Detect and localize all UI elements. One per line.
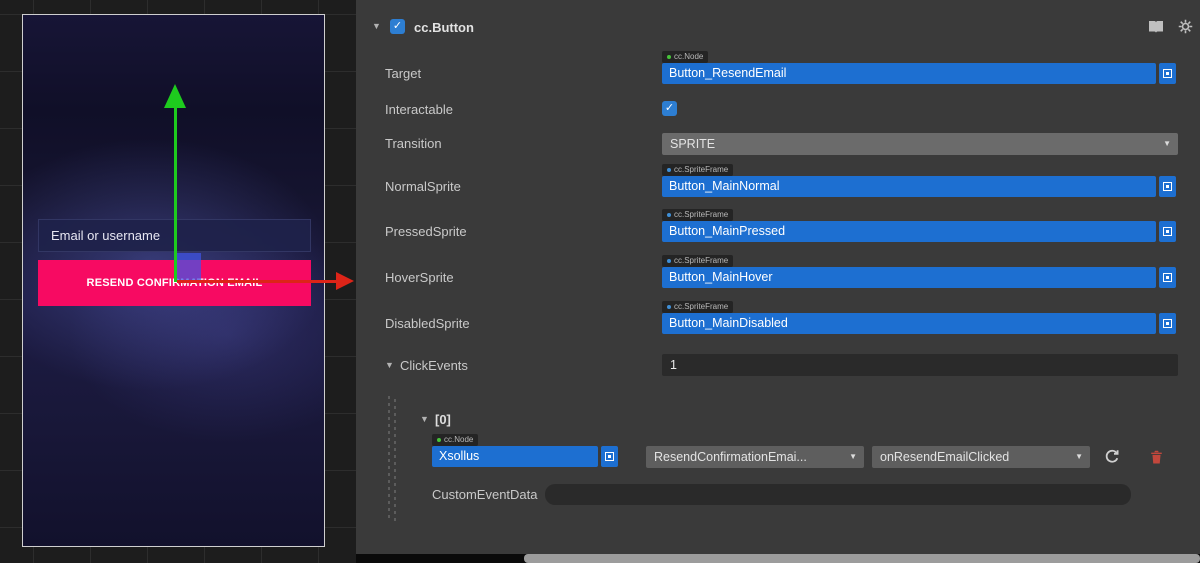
hoversprite-field[interactable]: Button_MainHover [662,267,1156,288]
gizmo-x-arrow-icon[interactable] [336,272,354,290]
type-badge-spriteframe: cc.SpriteFrame [662,164,733,176]
delete-event-icon[interactable] [1150,450,1163,469]
event-block-drag-handle[interactable] [388,396,396,522]
interactable-checkbox[interactable]: ✓ [662,101,677,116]
type-badge-spriteframe: cc.SpriteFrame [662,255,733,267]
type-badge-spriteframe: cc.SpriteFrame [662,209,733,221]
type-badge-node: cc.Node [662,51,708,63]
customeventdata-label: CustomEventData [432,487,538,502]
clickevents-count-field[interactable]: 1 [662,354,1178,376]
hoversprite-picker-icon[interactable] [1159,267,1176,288]
type-badge-node: cc.Node [432,434,478,446]
event0-index-label: [0] [435,412,451,427]
spriteframe-type-dot [667,213,671,217]
node-type-dot [437,438,441,442]
type-badge-spriteframe: cc.SpriteFrame [662,301,733,313]
component-fold-icon[interactable]: ▼ [372,21,381,31]
chevron-down-icon: ▼ [849,446,857,468]
pressedsprite-label: PressedSprite [385,224,467,239]
gizmo-plane-handle[interactable] [177,253,201,280]
horizontal-scrollbar-thumb[interactable] [524,554,1200,563]
event0-node-field[interactable]: Xsollus [432,446,598,467]
pressedsprite-picker-icon[interactable] [1159,221,1176,242]
disabledsprite-field[interactable]: Button_MainDisabled [662,313,1156,334]
transition-dropdown[interactable]: SPRITE ▼ [662,133,1178,155]
node-type-dot [667,55,671,59]
component-enabled-checkbox[interactable]: ✓ [390,19,405,34]
scene-viewport[interactable]: Email or username RESEND CONFIRMATION EM… [0,0,356,563]
event0-component-dropdown[interactable]: ResendConfirmationEmai... ▼ [646,446,864,468]
event0-handler-dropdown[interactable]: onResendEmailClicked ▼ [872,446,1090,468]
customeventdata-field[interactable] [545,484,1131,505]
interactable-label: Interactable [385,102,453,117]
gear-icon[interactable] [1178,19,1193,39]
docs-icon[interactable] [1148,20,1164,39]
chevron-down-icon: ▼ [1163,133,1171,155]
clickevents-label: ClickEvents [400,358,468,373]
inspector-panel: ▼ ✓ cc.Button Target cc.Node Button_Rese… [356,0,1200,563]
refresh-icon[interactable] [1104,449,1120,470]
editor-window: Email or username RESEND CONFIRMATION EM… [0,0,1200,563]
target-node-field[interactable]: Button_ResendEmail [662,63,1156,84]
gizmo-y-arrow-icon[interactable] [164,84,186,108]
target-label: Target [385,66,421,81]
disabledsprite-picker-icon[interactable] [1159,313,1176,334]
normalsprite-field[interactable]: Button_MainNormal [662,176,1156,197]
chevron-down-icon: ▼ [1075,446,1083,468]
spriteframe-type-dot [667,168,671,172]
pressedsprite-field[interactable]: Button_MainPressed [662,221,1156,242]
gizmo-x-axis[interactable] [177,280,337,283]
component-title: cc.Button [414,20,474,35]
spriteframe-type-dot [667,305,671,309]
event0-node-picker-icon[interactable] [601,446,618,467]
clickevents-fold-icon[interactable]: ▼ [385,360,394,370]
normalsprite-picker-icon[interactable] [1159,176,1176,197]
normalsprite-label: NormalSprite [385,179,461,194]
disabledsprite-label: DisabledSprite [385,316,470,331]
event0-fold-icon[interactable]: ▼ [420,414,429,424]
target-node-picker-icon[interactable] [1159,63,1176,84]
transition-label: Transition [385,136,442,151]
hoversprite-label: HoverSprite [385,270,454,285]
spriteframe-type-dot [667,259,671,263]
